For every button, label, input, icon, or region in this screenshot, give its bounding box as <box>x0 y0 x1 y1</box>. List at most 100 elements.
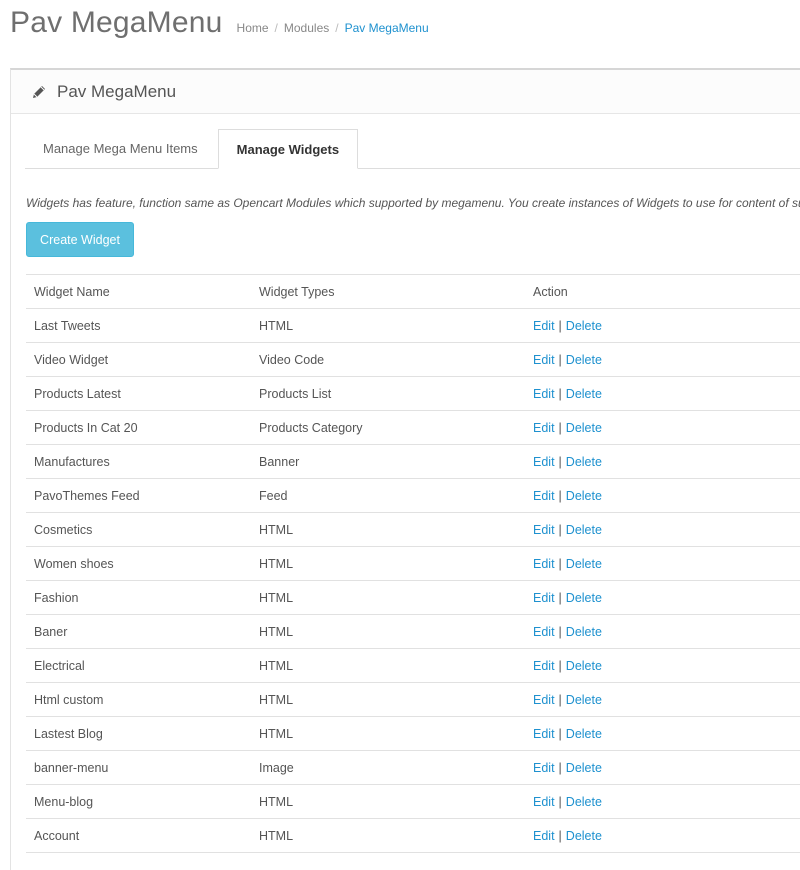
widget-type: HTML <box>251 716 525 751</box>
edit-link[interactable]: Edit <box>533 557 555 571</box>
delete-link[interactable]: Delete <box>566 829 602 843</box>
delete-link[interactable]: Delete <box>566 489 602 503</box>
action-separator: | <box>558 794 562 809</box>
widget-type: HTML <box>251 512 525 547</box>
edit-link[interactable]: Edit <box>533 727 555 741</box>
edit-link[interactable]: Edit <box>533 421 555 435</box>
edit-link[interactable]: Edit <box>533 319 555 333</box>
widget-actions: Edit | Delete <box>525 682 800 717</box>
panel-title: Pav MegaMenu <box>57 81 177 101</box>
widget-name: Video Widget <box>26 342 251 377</box>
widget-name: banner-menu <box>26 750 251 785</box>
widget-name: Baner <box>26 614 251 649</box>
delete-link[interactable]: Delete <box>566 523 602 537</box>
widget-actions: Edit | Delete <box>525 478 800 513</box>
widget-type: Feed <box>251 478 525 513</box>
breadcrumb-modules[interactable]: Modules <box>284 21 329 35</box>
table-row: Video Widget Video Code Edit | Delete <box>26 342 800 377</box>
action-separator: | <box>558 522 562 537</box>
table-row: Products Latest Products List Edit | Delete <box>26 376 800 411</box>
panel: Pav MegaMenu Manage Mega Menu Items Mana… <box>10 68 800 870</box>
widget-type: Products Category <box>251 410 525 445</box>
widget-name: Electrical <box>26 648 251 683</box>
tab-bar: Manage Mega Menu Items Manage Widgets <box>25 129 800 169</box>
action-separator: | <box>558 352 562 367</box>
action-separator: | <box>558 760 562 775</box>
table-row: PavoThemes Feed Feed Edit | Delete <box>26 478 800 513</box>
breadcrumb-separator: / <box>274 21 278 35</box>
delete-link[interactable]: Delete <box>566 625 602 639</box>
edit-link[interactable]: Edit <box>533 659 555 673</box>
widget-type: HTML <box>251 682 525 717</box>
widget-type: HTML <box>251 648 525 683</box>
edit-link[interactable]: Edit <box>533 761 555 775</box>
breadcrumb-home[interactable]: Home <box>237 21 269 35</box>
widget-actions: Edit | Delete <box>525 342 800 377</box>
panel-heading: Pav MegaMenu <box>11 70 800 114</box>
widget-type: Image <box>251 750 525 785</box>
edit-link[interactable]: Edit <box>533 829 555 843</box>
widget-name: Account <box>26 818 251 853</box>
widget-actions: Edit | Delete <box>525 750 800 785</box>
widget-name: Html custom <box>26 682 251 717</box>
edit-link[interactable]: Edit <box>533 387 555 401</box>
breadcrumb-current[interactable]: Pav MegaMenu <box>345 21 429 35</box>
delete-link[interactable]: Delete <box>566 659 602 673</box>
table-row: Women shoes HTML Edit | Delete <box>26 546 800 581</box>
edit-link[interactable]: Edit <box>533 455 555 469</box>
delete-link[interactable]: Delete <box>566 693 602 707</box>
action-separator: | <box>558 488 562 503</box>
widget-actions: Edit | Delete <box>525 614 800 649</box>
table-row: Menu-blog HTML Edit | Delete <box>26 784 800 819</box>
create-widget-button[interactable]: Create Widget <box>26 222 134 257</box>
edit-link[interactable]: Edit <box>533 625 555 639</box>
widget-type: Products List <box>251 376 525 411</box>
delete-link[interactable]: Delete <box>566 591 602 605</box>
delete-link[interactable]: Delete <box>566 387 602 401</box>
delete-link[interactable]: Delete <box>566 319 602 333</box>
widget-type: Banner <box>251 444 525 479</box>
widget-type: HTML <box>251 784 525 819</box>
widget-type: HTML <box>251 614 525 649</box>
edit-link[interactable]: Edit <box>533 795 555 809</box>
page-header: Pav MegaMenu Home / Modules / Pav MegaMe… <box>10 0 429 60</box>
breadcrumb: Home / Modules / Pav MegaMenu <box>237 21 429 35</box>
delete-link[interactable]: Delete <box>566 353 602 367</box>
action-separator: | <box>558 624 562 639</box>
widget-name: PavoThemes Feed <box>26 478 251 513</box>
table-row: Electrical HTML Edit | Delete <box>26 648 800 683</box>
delete-link[interactable]: Delete <box>566 421 602 435</box>
widget-actions: Edit | Delete <box>525 648 800 683</box>
widget-name: Last Tweets <box>26 308 251 343</box>
table-row: Products In Cat 20 Products Category Edit |… <box>26 410 800 445</box>
widget-name: Cosmetics <box>26 512 251 547</box>
delete-link[interactable]: Delete <box>566 557 602 571</box>
table-row: Lastest Blog HTML Edit | Delete <box>26 716 800 751</box>
edit-link[interactable]: Edit <box>533 693 555 707</box>
edit-link[interactable]: Edit <box>533 591 555 605</box>
action-separator: | <box>558 828 562 843</box>
action-separator: | <box>558 658 562 673</box>
delete-link[interactable]: Delete <box>566 761 602 775</box>
pencil-icon <box>31 84 47 100</box>
table-row: Manufactures Banner Edit | Delete <box>26 444 800 479</box>
delete-link[interactable]: Delete <box>566 727 602 741</box>
table-row: Account HTML Edit | Delete <box>26 818 800 853</box>
widget-name: Menu-blog <box>26 784 251 819</box>
widget-name: Products Latest <box>26 376 251 411</box>
tab-manage-menu-items[interactable]: Manage Mega Menu Items <box>25 129 216 167</box>
widget-actions: Edit | Delete <box>525 818 800 853</box>
widgets-description: Widgets has feature, function same as Op… <box>26 196 800 210</box>
edit-link[interactable]: Edit <box>533 489 555 503</box>
tab-manage-widgets[interactable]: Manage Widgets <box>217 129 359 169</box>
widget-actions: Edit | Delete <box>525 716 800 751</box>
widget-actions: Edit | Delete <box>525 308 800 343</box>
table-row: banner-menu Image Edit | Delete <box>26 750 800 785</box>
edit-link[interactable]: Edit <box>533 523 555 537</box>
widget-actions: Edit | Delete <box>525 376 800 411</box>
action-separator: | <box>558 454 562 469</box>
delete-link[interactable]: Delete <box>566 795 602 809</box>
delete-link[interactable]: Delete <box>566 455 602 469</box>
edit-link[interactable]: Edit <box>533 353 555 367</box>
column-header-name: Widget Name <box>26 274 251 309</box>
